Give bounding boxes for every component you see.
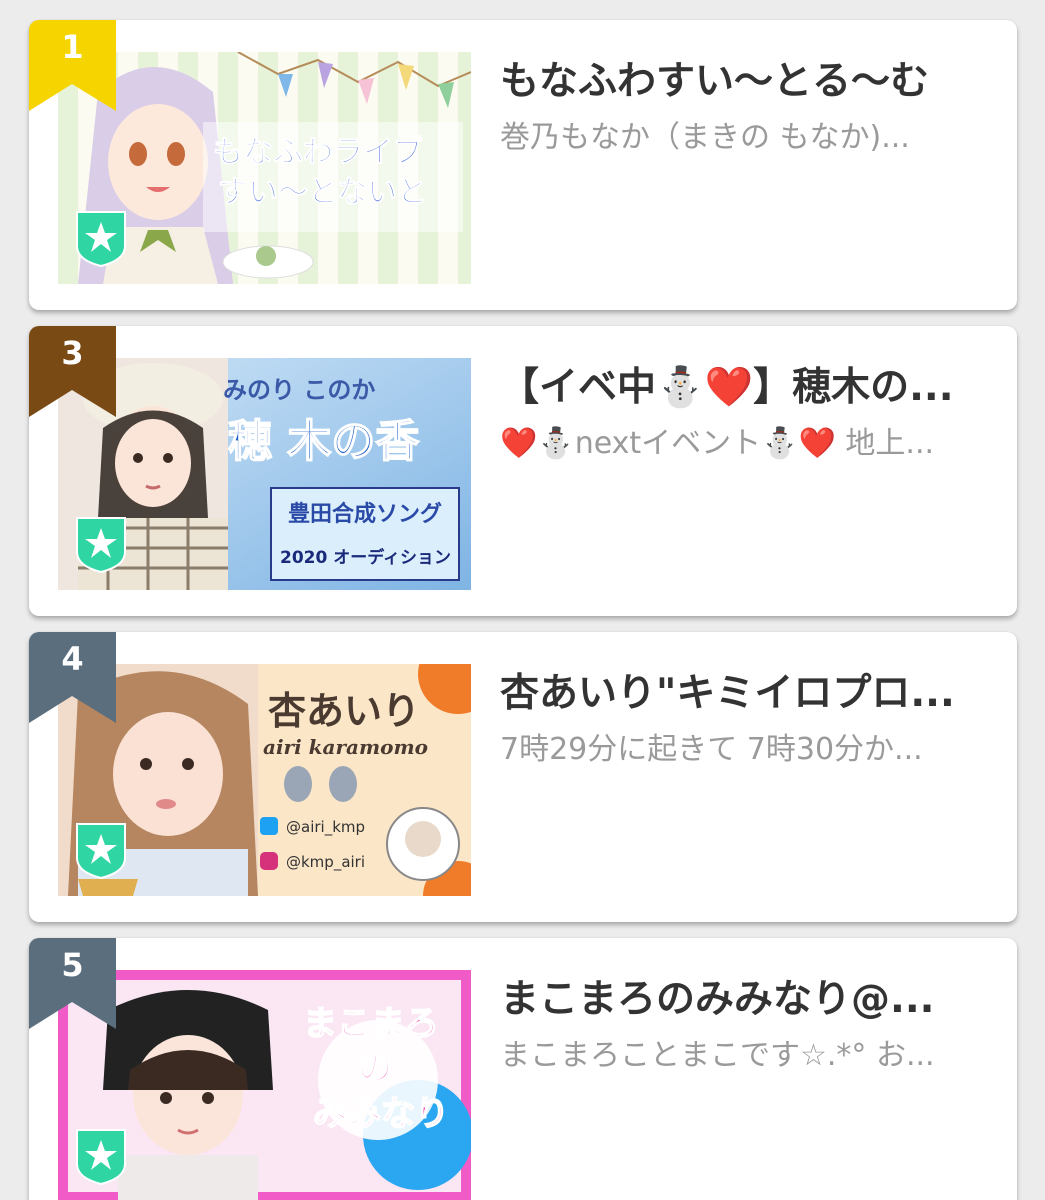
room-description: ❤️⛄nextイベント⛄❤️ 地上... (500, 426, 935, 461)
thumbnail-caption: 豊田合成ソング (288, 501, 442, 527)
shield-star-icon (73, 820, 129, 880)
room-card[interactable]: みのり このか 穂 木の香 豊田合成ソング 2020 オーディション 3 【イベ… (29, 326, 1017, 616)
thumbnail-caption: の (358, 1049, 392, 1089)
room-title[interactable]: 【イベ中⛄❤️】穂木の... (500, 356, 990, 412)
thumbnail-caption: みみなり (313, 1094, 449, 1134)
thumbnail-caption: airi karamomo (263, 735, 428, 759)
rank-ribbon: 4 (29, 632, 116, 723)
room-title[interactable]: もなふわすい〜とる〜む (500, 50, 990, 106)
rank-number: 5 (61, 946, 84, 984)
thumbnail-caption: 杏あいり (268, 688, 420, 733)
thumbnail-caption: @kmp_airi (286, 853, 365, 872)
room-ranking-list: もなふわライブ すい〜とないと 1 もなふわすい〜とる〜む 巻乃もなか（まきの … (0, 0, 1045, 1200)
thumbnail-caption: まこまろ (303, 1004, 439, 1044)
room-title[interactable]: まこまろのみみなり@... (500, 968, 990, 1024)
thumbnail-caption: すい〜とないと (218, 175, 427, 210)
rank-ribbon: 1 (29, 20, 116, 111)
rank-number: 4 (61, 640, 84, 678)
thumbnail-caption: @airi_kmp (286, 818, 365, 837)
room-title[interactable]: 杏あいり"キミイロプロ... (500, 662, 990, 718)
rank-ribbon: 3 (29, 326, 116, 417)
thumbnail-caption: もなふわライブ (213, 135, 423, 170)
rank-number: 3 (61, 334, 84, 372)
thumbnail-caption: みのり このか (223, 376, 375, 404)
room-card[interactable]: 杏あいり airi karamomo @airi_kmp @kmp_airi 4… (29, 632, 1017, 922)
room-card[interactable]: もなふわライブ すい〜とないと 1 もなふわすい〜とる〜む 巻乃もなか（まきの … (29, 20, 1017, 310)
shield-star-icon (73, 208, 129, 268)
thumbnail-caption: 穂 木の香 (228, 416, 419, 467)
room-description: 7時29分に起きて 7時30分か... (500, 732, 923, 767)
thumbnail-caption: 2020 オーディション (280, 547, 451, 568)
room-description: 巻乃もなか（まきの もなか)... (500, 120, 910, 155)
rank-ribbon: 5 (29, 938, 116, 1029)
room-description: まこまろことまこです☆.*° お... (500, 1038, 935, 1073)
rank-number: 1 (61, 28, 84, 66)
room-card[interactable]: まこまろ の みみなり 5 まこまろのみみなり@... まこまろことまこです☆.… (29, 938, 1017, 1200)
shield-star-icon (73, 1126, 129, 1186)
shield-star-icon (73, 514, 129, 574)
